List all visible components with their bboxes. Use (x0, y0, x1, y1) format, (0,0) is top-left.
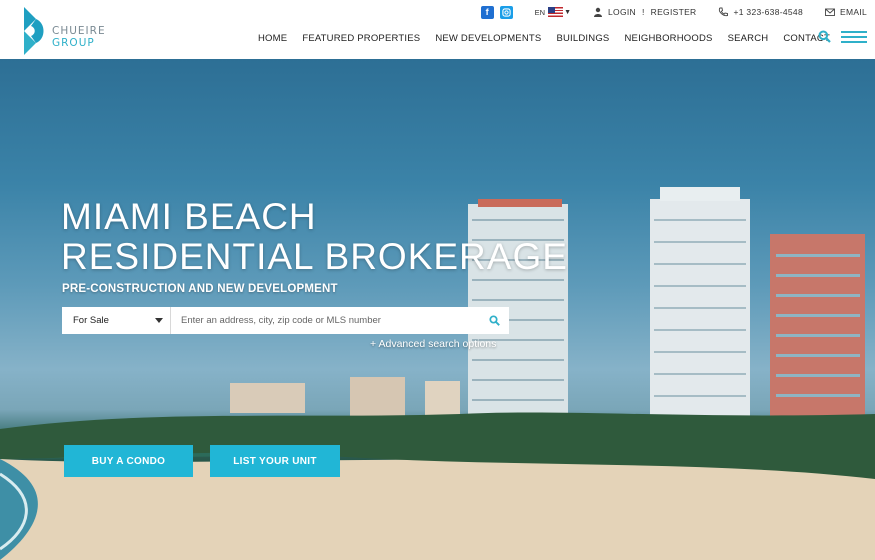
user-icon (594, 7, 602, 17)
nav-item-featured-properties[interactable]: FEATURED PROPERTIES (302, 33, 420, 44)
hamburger-menu-icon[interactable] (841, 31, 867, 43)
register-link[interactable]: REGISTER (651, 7, 697, 17)
hero-title-line2: RESIDENTIAL BROKERAGE (61, 236, 568, 277)
top-bar: f EN ▼ LOGIN ! REGISTER +1 323-638-4548 … (480, 4, 867, 20)
list-your-unit-button[interactable]: LIST YOUR UNIT (210, 445, 340, 477)
hero-section: MIAMI BEACH RESIDENTIAL BROKERAGE PRE-CO… (0, 59, 875, 560)
facebook-icon[interactable]: f (480, 5, 494, 19)
search-input[interactable] (171, 307, 479, 334)
email-link[interactable]: EMAIL (825, 7, 867, 17)
hero-title-line1: MIAMI BEACH (61, 196, 317, 237)
main-nav: HOME FEATURED PROPERTIES NEW DEVELOPMENT… (258, 32, 845, 44)
logo-text-group: GROUP (52, 37, 95, 49)
nav-item-home[interactable]: HOME (258, 33, 287, 44)
buy-a-condo-button[interactable]: BUY A CONDO (64, 445, 193, 477)
phone-link[interactable]: +1 323-638-4548 (718, 7, 803, 17)
login-register: LOGIN ! REGISTER (593, 7, 696, 17)
listing-type-select[interactable]: For Sale (62, 307, 171, 334)
nav-item-search[interactable]: SEARCH (728, 33, 769, 44)
caret-down-icon (155, 318, 163, 323)
brand-logo[interactable]: CHUEIRE GROUP (22, 5, 106, 57)
login-link[interactable]: LOGIN (608, 7, 636, 17)
search-icon[interactable] (818, 30, 831, 43)
advanced-search-link[interactable]: + Advanced search options (370, 338, 496, 350)
envelope-icon (825, 8, 835, 16)
nav-item-buildings[interactable]: BUILDINGS (556, 33, 609, 44)
hero-subtitle: PRE-CONSTRUCTION AND NEW DEVELOPMENT (62, 283, 338, 295)
email-label: EMAIL (839, 7, 867, 17)
instagram-icon[interactable] (499, 5, 513, 19)
logo-mark-icon (24, 7, 44, 55)
listing-type-value: For Sale (73, 315, 109, 326)
nav-item-new-developments[interactable]: NEW DEVELOPMENTS (435, 33, 541, 44)
us-flag-icon (548, 7, 564, 17)
nav-item-neighborhoods[interactable]: NEIGHBORHOODS (624, 33, 712, 44)
language-selector[interactable]: EN ▼ (535, 7, 571, 17)
chevron-down-icon: ▼ (564, 8, 571, 16)
phone-icon (719, 7, 729, 17)
site-header: CHUEIRE GROUP f EN ▼ LOGIN ! REGISTER +1… (0, 0, 875, 59)
separator: ! (641, 7, 645, 17)
search-submit-button[interactable] (479, 307, 509, 334)
phone-number: +1 323-638-4548 (733, 7, 803, 17)
logo-text-chueire: CHUEIRE (52, 25, 106, 37)
property-search-bar: For Sale (62, 307, 509, 334)
language-code: EN (534, 7, 546, 17)
search-icon (488, 315, 500, 326)
